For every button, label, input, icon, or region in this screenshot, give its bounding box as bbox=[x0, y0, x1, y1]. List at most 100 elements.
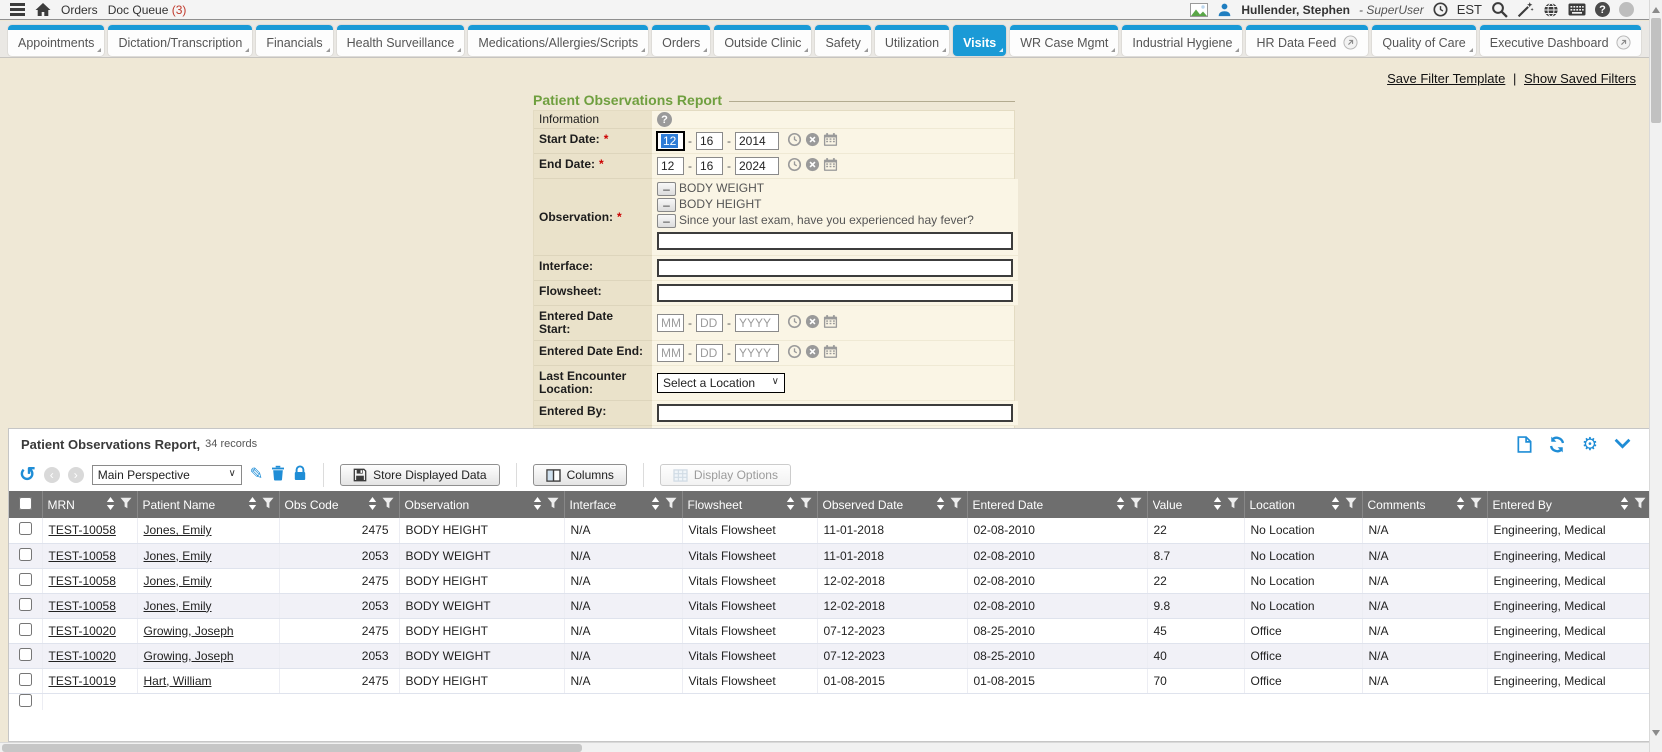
tab-financials[interactable]: Financials bbox=[256, 25, 332, 56]
save-filter-template-link[interactable]: Save Filter Template bbox=[1387, 71, 1505, 86]
sort-icon[interactable] bbox=[248, 497, 257, 513]
remove-observation-button[interactable]: – bbox=[657, 198, 676, 212]
interface-input[interactable] bbox=[657, 259, 1013, 277]
sort-icon[interactable] bbox=[1213, 497, 1222, 513]
gear-icon[interactable]: ⚙ bbox=[1582, 436, 1598, 452]
image-icon[interactable] bbox=[1190, 3, 1208, 17]
tab-visits[interactable]: Visits bbox=[953, 25, 1006, 56]
status-circle-icon[interactable] bbox=[1619, 2, 1634, 17]
tab-orders[interactable]: Orders bbox=[652, 25, 710, 56]
row-checkbox[interactable] bbox=[19, 548, 32, 561]
patient-name-link[interactable]: Jones, Emily bbox=[144, 549, 212, 563]
sort-icon[interactable] bbox=[1620, 497, 1629, 513]
mrn-link[interactable]: TEST-10019 bbox=[49, 674, 116, 688]
column-header-observation[interactable]: Observation bbox=[399, 491, 564, 518]
filter-funnel-icon[interactable] bbox=[800, 497, 812, 512]
sort-icon[interactable] bbox=[786, 497, 795, 513]
entered-date-start-day-input[interactable]: DD bbox=[696, 314, 723, 332]
clear-date-icon[interactable] bbox=[805, 157, 820, 175]
location-select[interactable]: Select a Location bbox=[657, 373, 785, 393]
hamburger-menu-icon[interactable] bbox=[10, 3, 25, 16]
mrn-link[interactable]: TEST-10058 bbox=[49, 599, 116, 613]
new-document-icon[interactable] bbox=[1517, 436, 1532, 453]
undo-icon[interactable]: ↺ bbox=[19, 466, 36, 484]
refresh-icon[interactable] bbox=[1548, 436, 1566, 453]
clock-icon[interactable] bbox=[1433, 2, 1448, 17]
column-header-entered-date[interactable]: Entered Date bbox=[967, 491, 1147, 518]
filter-funnel-icon[interactable] bbox=[1130, 497, 1142, 512]
tab-industrial-hygiene[interactable]: Industrial Hygiene bbox=[1122, 25, 1242, 56]
vertical-scrollbar-thumb[interactable] bbox=[1651, 18, 1661, 123]
tab-appointments[interactable]: Appointments bbox=[8, 25, 104, 56]
flowsheet-input[interactable] bbox=[657, 284, 1013, 302]
entered-date-end-year-input[interactable]: YYYY bbox=[735, 344, 779, 362]
collapse-chevron-icon[interactable] bbox=[1614, 438, 1631, 450]
column-header-flowsheet[interactable]: Flowsheet bbox=[682, 491, 817, 518]
observation-search-input[interactable] bbox=[657, 232, 1013, 250]
calendar-icon[interactable] bbox=[823, 132, 838, 150]
row-checkbox[interactable] bbox=[19, 522, 32, 535]
remove-observation-button[interactable]: – bbox=[657, 182, 676, 196]
filter-funnel-icon[interactable] bbox=[950, 497, 962, 512]
tab-dictation-transcription[interactable]: Dictation/Transcription bbox=[108, 25, 252, 56]
tab-hr-data-feed[interactable]: HR Data Feed bbox=[1246, 25, 1368, 56]
mrn-link[interactable]: TEST-10058 bbox=[49, 523, 116, 537]
end-date-day-input[interactable]: 16 bbox=[696, 157, 723, 175]
column-header-comments[interactable]: Comments bbox=[1362, 491, 1487, 518]
row-checkbox[interactable] bbox=[19, 573, 32, 586]
vertical-scrollbar[interactable] bbox=[1649, 0, 1662, 752]
lock-perspective-icon[interactable] bbox=[293, 465, 307, 486]
globe-icon[interactable] bbox=[1543, 2, 1559, 18]
time-picker-icon[interactable] bbox=[787, 314, 802, 332]
horizontal-scrollbar-thumb[interactable] bbox=[2, 744, 582, 752]
remove-observation-button[interactable]: – bbox=[657, 214, 676, 228]
row-checkbox[interactable] bbox=[19, 673, 32, 686]
sort-icon[interactable] bbox=[651, 497, 660, 513]
clear-date-icon[interactable] bbox=[805, 132, 820, 150]
filter-funnel-icon[interactable] bbox=[262, 497, 274, 512]
column-header-patient-name[interactable]: Patient Name bbox=[137, 491, 279, 518]
row-checkbox[interactable] bbox=[19, 623, 32, 636]
clear-date-icon[interactable] bbox=[805, 314, 820, 332]
scroll-down-arrow[interactable] bbox=[1650, 725, 1662, 740]
sort-icon[interactable] bbox=[368, 497, 377, 513]
show-saved-filters-link[interactable]: Show Saved Filters bbox=[1524, 71, 1636, 86]
tab-outside-clinic[interactable]: Outside Clinic bbox=[714, 25, 811, 56]
row-checkbox[interactable] bbox=[19, 694, 32, 707]
tab-medications-allergies-scripts[interactable]: Medications/Allergies/Scripts bbox=[468, 25, 648, 56]
calendar-icon[interactable] bbox=[823, 344, 838, 362]
sort-icon[interactable] bbox=[1116, 497, 1125, 513]
time-picker-icon[interactable] bbox=[787, 157, 802, 175]
patient-name-link[interactable]: Growing, Joseph bbox=[144, 624, 234, 638]
sort-icon[interactable] bbox=[936, 497, 945, 513]
entered-date-end-month-input[interactable]: MM bbox=[657, 344, 684, 362]
column-header-value[interactable]: Value bbox=[1147, 491, 1244, 518]
filter-funnel-icon[interactable] bbox=[1634, 497, 1646, 512]
entered-date-start-month-input[interactable]: MM bbox=[657, 314, 684, 332]
patient-name-link[interactable]: Growing, Joseph bbox=[144, 649, 234, 663]
wand-icon[interactable] bbox=[1517, 1, 1534, 18]
row-checkbox[interactable] bbox=[19, 648, 32, 661]
help-icon[interactable]: ? bbox=[1595, 2, 1610, 17]
tab-utilization[interactable]: Utilization bbox=[875, 25, 949, 56]
patient-name-link[interactable]: Jones, Emily bbox=[144, 523, 212, 537]
tab-safety[interactable]: Safety bbox=[815, 25, 870, 56]
tab-wr-case-mgmt[interactable]: WR Case Mgmt bbox=[1010, 25, 1118, 56]
keyboard-icon[interactable] bbox=[1568, 3, 1586, 16]
mrn-link[interactable]: TEST-10020 bbox=[49, 624, 116, 638]
store-displayed-data-button[interactable]: Store Displayed Data bbox=[340, 464, 499, 486]
edit-perspective-icon[interactable]: ✎ bbox=[250, 468, 263, 482]
end-date-year-input[interactable]: 2024 bbox=[735, 157, 779, 175]
user-name[interactable]: Hullender, Stephen bbox=[1241, 3, 1350, 17]
column-header-mrn[interactable]: MRN bbox=[42, 491, 137, 518]
sort-icon[interactable] bbox=[1331, 497, 1340, 513]
tab-health-surveillance[interactable]: Health Surveillance bbox=[337, 25, 465, 56]
column-header-observed-date[interactable]: Observed Date bbox=[817, 491, 967, 518]
info-help-icon[interactable]: ? bbox=[657, 112, 672, 127]
horizontal-scrollbar[interactable] bbox=[0, 742, 1649, 752]
perspective-select[interactable]: Main Perspective bbox=[92, 465, 242, 485]
calendar-icon[interactable] bbox=[823, 157, 838, 175]
start-date-year-input[interactable]: 2014 bbox=[735, 132, 779, 150]
clear-date-icon[interactable] bbox=[805, 344, 820, 362]
tab-executive-dashboard[interactable]: Executive Dashboard bbox=[1480, 25, 1641, 56]
